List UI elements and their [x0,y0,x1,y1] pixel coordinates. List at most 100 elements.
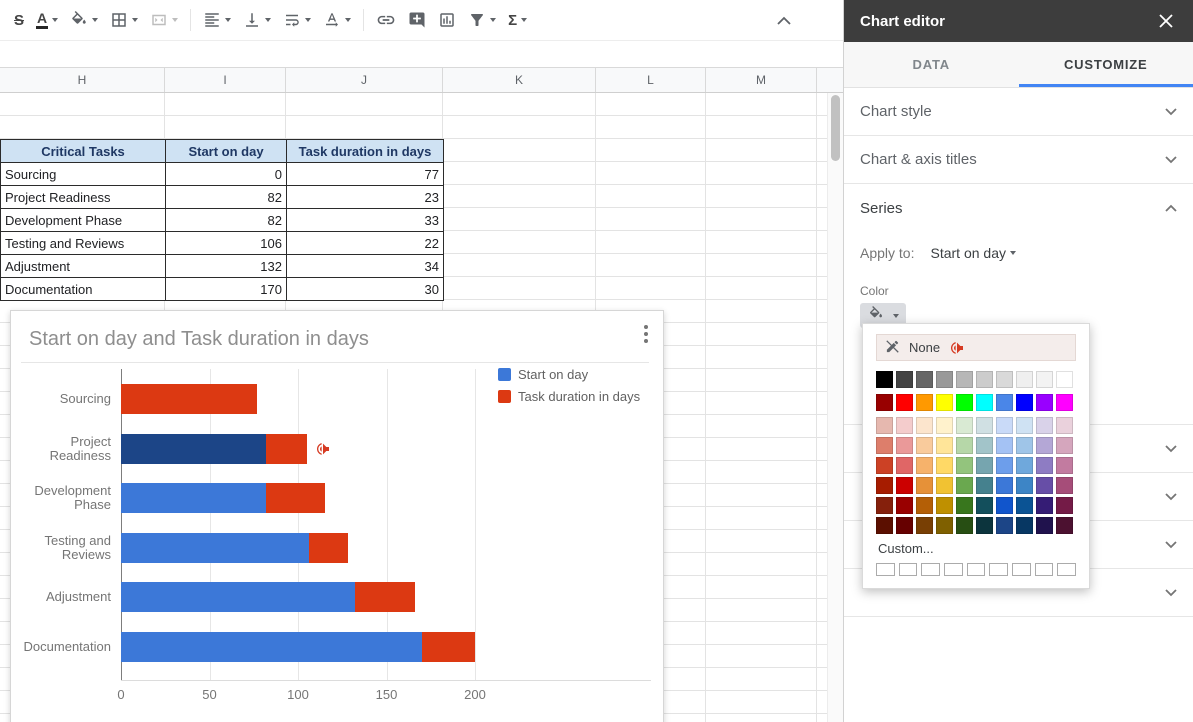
header-cell[interactable]: Critical Tasks [1,140,166,163]
color-swatch[interactable] [896,417,913,434]
custom-color-slot[interactable] [1057,563,1076,576]
cell[interactable]: 77 [287,163,444,186]
bar-task-duration-in-days[interactable] [121,384,257,414]
color-swatch[interactable] [976,394,993,411]
fill-color-button[interactable] [64,6,104,34]
vertical-scrollbar[interactable] [827,68,843,722]
color-swatch[interactable] [896,371,913,388]
tab-customize[interactable]: CUSTOMIZE [1019,42,1193,87]
column-header-k[interactable]: K [443,68,596,92]
cell[interactable]: 106 [166,232,287,255]
vertical-align-button[interactable] [237,6,277,34]
color-swatch[interactable] [936,497,953,514]
cell[interactable]: Documentation [1,278,166,301]
color-swatch[interactable] [896,457,913,474]
color-swatch[interactable] [1036,497,1053,514]
color-swatch[interactable] [936,517,953,534]
custom-color-slot[interactable] [967,563,986,576]
tab-data[interactable]: DATA [844,42,1019,87]
color-swatch[interactable] [916,497,933,514]
cell[interactable]: 33 [287,209,444,232]
color-swatch[interactable] [996,497,1013,514]
color-swatch[interactable] [956,371,973,388]
color-swatch[interactable] [1016,497,1033,514]
color-swatch[interactable] [956,477,973,494]
color-swatch[interactable] [936,477,953,494]
color-swatch[interactable] [936,394,953,411]
merge-cells-button[interactable] [144,6,184,34]
color-swatch[interactable] [1056,417,1073,434]
section-chart-axis-titles[interactable]: Chart & axis titles [844,136,1193,184]
cell[interactable]: 82 [166,209,287,232]
color-swatch[interactable] [876,437,893,454]
color-swatch[interactable] [976,417,993,434]
horizontal-align-button[interactable] [197,6,237,34]
collapse-toolbar-button[interactable] [771,6,797,34]
color-swatch[interactable] [976,517,993,534]
section-chart-style[interactable]: Chart style [844,88,1193,136]
color-swatch[interactable] [956,497,973,514]
color-swatch[interactable] [916,394,933,411]
color-swatch[interactable] [896,517,913,534]
cell[interactable]: 22 [287,232,444,255]
color-swatch[interactable] [916,371,933,388]
bar-task-duration-in-days[interactable] [422,632,475,662]
header-cell[interactable]: Task duration in days [287,140,444,163]
color-swatch[interactable] [1016,437,1033,454]
custom-color-slot[interactable] [1035,563,1054,576]
color-swatch[interactable] [976,477,993,494]
color-swatch[interactable] [1056,477,1073,494]
color-swatch[interactable] [1036,437,1053,454]
color-swatch[interactable] [976,437,993,454]
cell[interactable]: 23 [287,186,444,209]
legend-item[interactable]: Task duration in days [498,389,640,404]
cell[interactable]: Project Readiness [1,186,166,209]
color-swatch[interactable] [956,417,973,434]
color-swatch[interactable] [1016,457,1033,474]
column-header-l[interactable]: L [596,68,706,92]
color-swatch[interactable] [1036,417,1053,434]
custom-color-slot[interactable] [1012,563,1031,576]
chart-card[interactable]: Start on day and Task duration in days S… [10,310,664,722]
color-swatch[interactable] [1016,394,1033,411]
color-none-option[interactable]: None [876,334,1076,361]
cell[interactable]: Development Phase [1,209,166,232]
bar-start-on-day[interactable] [121,533,309,563]
color-swatch[interactable] [1056,457,1073,474]
insert-link-button[interactable] [370,6,402,34]
cell[interactable]: Sourcing [1,163,166,186]
bar-start-on-day[interactable] [121,632,422,662]
color-swatch[interactable] [1036,394,1053,411]
column-header-i[interactable]: I [165,68,286,92]
custom-color-slot[interactable] [944,563,963,576]
color-swatch[interactable] [1056,371,1073,388]
color-swatch[interactable] [976,497,993,514]
filter-button[interactable] [462,6,502,34]
apply-to-dropdown[interactable]: Start on day [930,245,1016,261]
bar-start-on-day[interactable] [121,582,355,612]
color-swatch[interactable] [896,437,913,454]
color-swatch[interactable] [896,497,913,514]
color-swatch[interactable] [956,437,973,454]
color-swatch[interactable] [1056,497,1073,514]
cell[interactable]: Testing and Reviews [1,232,166,255]
color-swatch[interactable] [916,457,933,474]
close-icon[interactable] [1155,10,1177,32]
color-swatch[interactable] [1016,417,1033,434]
cell[interactable]: 0 [166,163,287,186]
color-swatch[interactable] [936,417,953,434]
color-swatch[interactable] [876,517,893,534]
color-swatch[interactable] [916,437,933,454]
color-swatch[interactable] [1016,477,1033,494]
color-swatch[interactable] [1036,477,1053,494]
cell[interactable]: 82 [166,186,287,209]
cell[interactable]: 34 [287,255,444,278]
column-header-j[interactable]: J [286,68,443,92]
bar-start-on-day[interactable] [121,434,266,464]
insert-comment-button[interactable] [402,6,432,34]
cell[interactable]: 132 [166,255,287,278]
color-swatch[interactable] [1016,371,1033,388]
color-swatch[interactable] [1016,517,1033,534]
functions-button[interactable]: Σ [502,6,533,34]
section-series[interactable]: Series [844,184,1193,232]
